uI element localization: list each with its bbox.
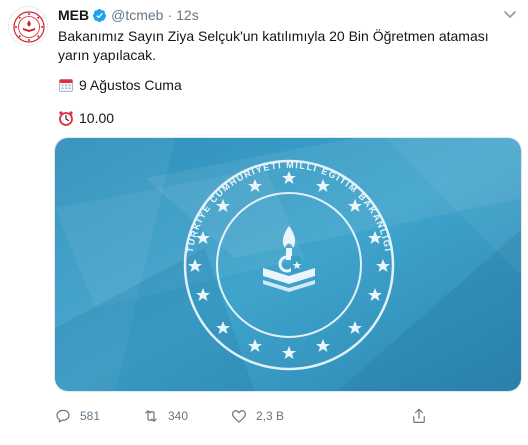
meb-banner-image: TÜRKİYE CUMHURİYETİ MİLLİ EĞİTİM BAKANLI… <box>55 138 521 391</box>
time-text: 10.00 <box>79 110 115 126</box>
calendar-icon <box>59 79 73 92</box>
retweet-button[interactable]: 340 <box>142 407 230 425</box>
chevron-down-icon[interactable] <box>502 6 518 22</box>
verified-badge-icon <box>93 8 107 22</box>
reply-icon <box>56 409 70 423</box>
like-button[interactable]: 2,3 B <box>230 407 318 425</box>
heart-icon <box>232 410 246 423</box>
tweet-image[interactable]: TÜRKİYE CUMHURİYETİ MİLLİ EĞİTİM BAKANLI… <box>54 137 522 392</box>
tweet-actions: 581 340 2,3 B <box>54 405 318 427</box>
time-line: 10.00 <box>58 109 114 127</box>
like-count: 2,3 B <box>256 409 285 423</box>
meb-logo-icon <box>13 11 45 43</box>
retweet-count: 340 <box>168 409 189 423</box>
separator-dot: · <box>167 7 173 23</box>
author-name[interactable]: MEB <box>58 7 89 23</box>
reply-count: 581 <box>80 409 101 423</box>
tweet-text: Bakanımız Sayın Ziya Selçuk'un katılımıy… <box>58 28 489 63</box>
tweet-timestamp[interactable]: 12s <box>176 7 199 23</box>
share-icon[interactable] <box>410 407 428 425</box>
date-line: 9 Ağustos Cuma <box>58 76 182 94</box>
author-handle[interactable]: @tcmeb <box>111 7 163 23</box>
avatar[interactable] <box>8 6 48 46</box>
tweet[interactable]: MEB @tcmeb · 12s Bakanımız Sayın Ziya Se… <box>0 0 528 445</box>
tweet-header: MEB @tcmeb · 12s <box>58 6 199 24</box>
date-text: 9 Ağustos Cuma <box>79 77 182 93</box>
retweet-icon <box>145 410 157 422</box>
reply-button[interactable]: 581 <box>54 407 142 425</box>
alarm-clock-icon <box>59 111 73 126</box>
